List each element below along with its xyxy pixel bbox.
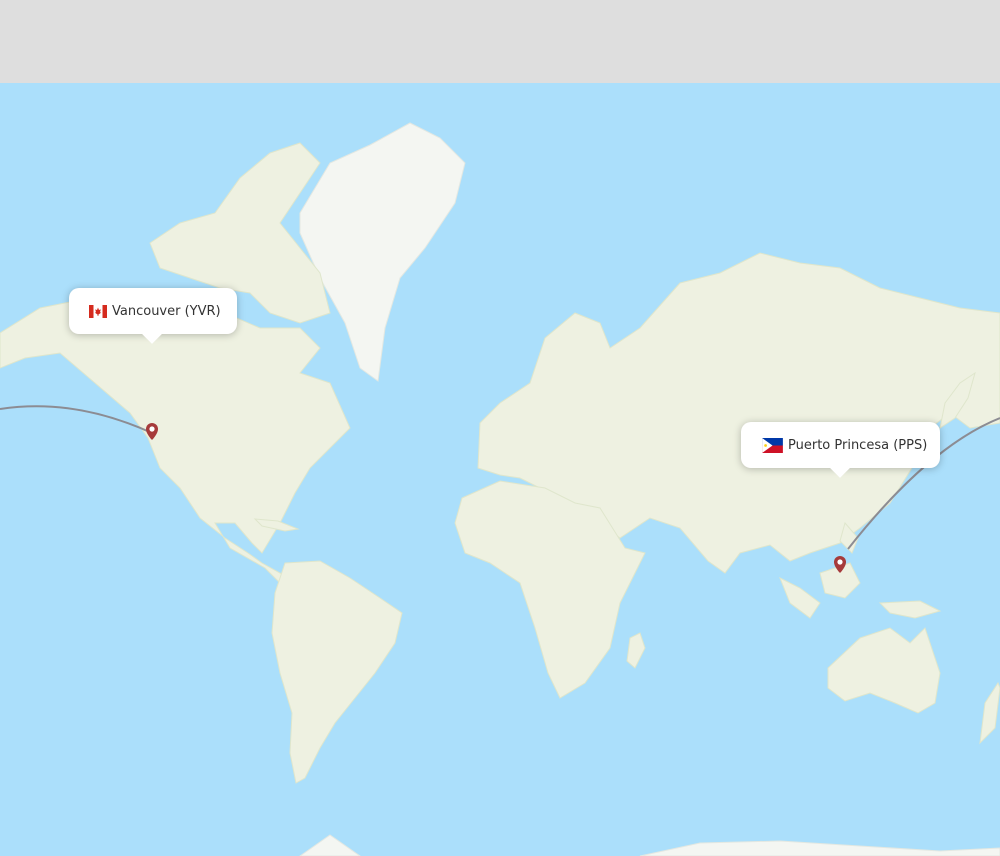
- madagascar-landmass: [626, 632, 646, 669]
- world-map[interactable]: [0, 83, 1000, 856]
- antarctica-landmass: [299, 834, 1000, 856]
- greenland-landmass: [299, 122, 466, 382]
- map-canvas: [0, 122, 1000, 856]
- destination-airport-label: Puerto Princesa (PPS): [788, 437, 928, 453]
- top-banner: [0, 0, 1000, 83]
- origin-airport-callout[interactable]: Vancouver (YVR): [69, 288, 237, 334]
- origin-airport-label: Vancouver (YVR): [112, 303, 221, 319]
- destination-airport-callout[interactable]: Puerto Princesa (PPS): [741, 422, 940, 468]
- new-zealand-landmass: [979, 681, 1000, 745]
- canada-flag-icon: [89, 304, 107, 318]
- australia-landmass: [827, 627, 941, 714]
- north-america-landmass: [0, 297, 351, 589]
- philippines-flag-icon: [762, 437, 783, 453]
- south-america-landmass: [271, 560, 403, 784]
